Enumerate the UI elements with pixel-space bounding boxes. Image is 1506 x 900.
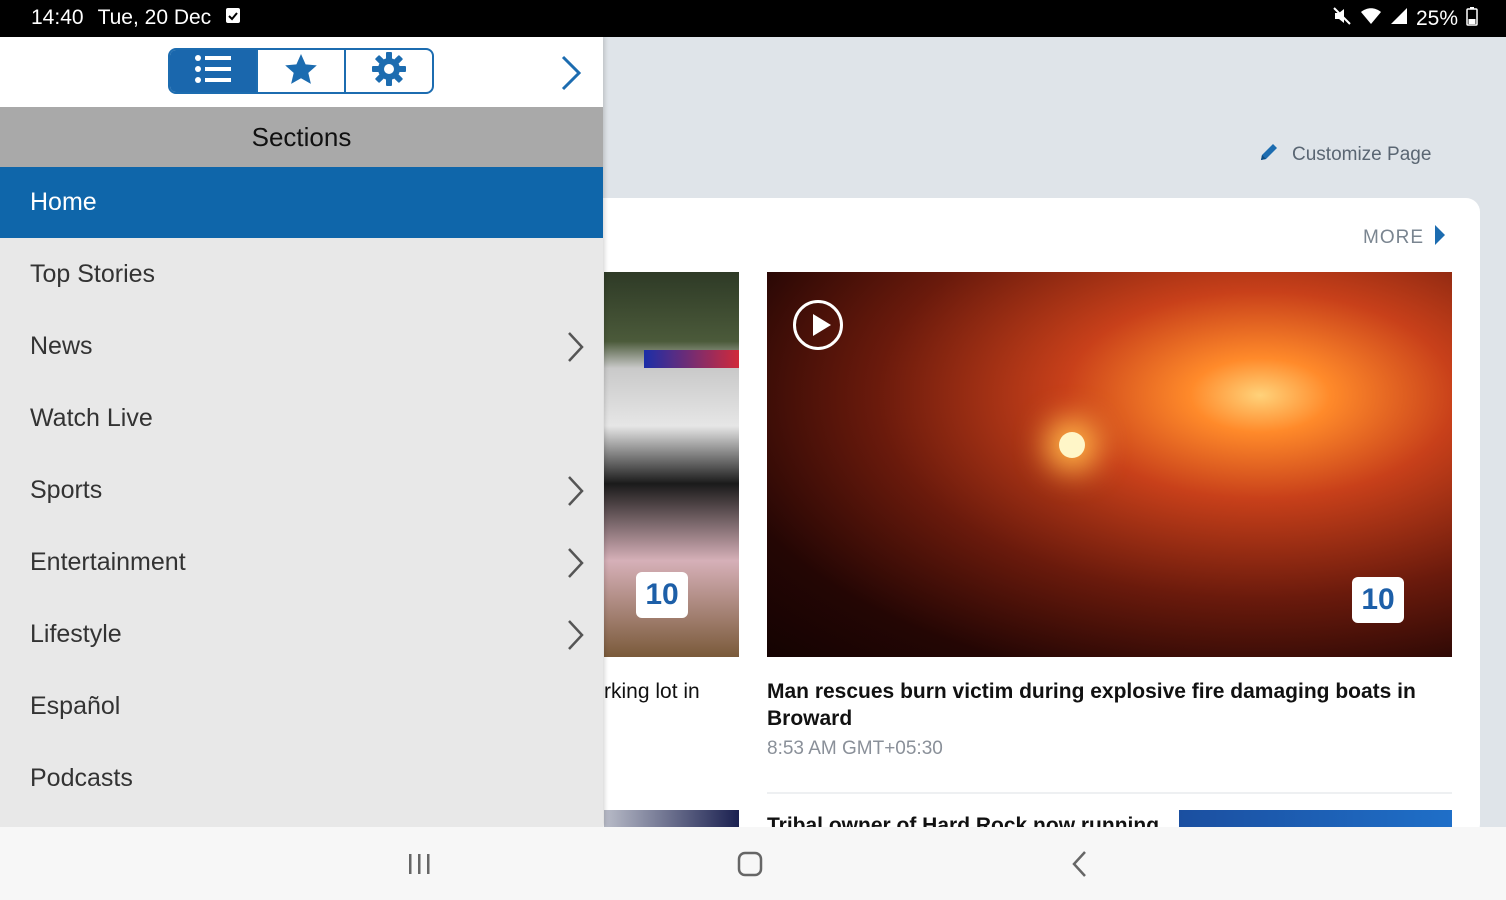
- menu-item-label: Home: [30, 188, 97, 216]
- calendar-icon: [225, 6, 241, 30]
- more-link[interactable]: MORE: [1363, 224, 1446, 252]
- more-label: MORE: [1363, 227, 1424, 248]
- chevron-right-icon[interactable]: [553, 53, 589, 98]
- menu-item-sports[interactable]: Sports: [0, 454, 603, 526]
- battery-level: 25%: [1415, 7, 1458, 30]
- menu-item-home[interactable]: Home: [0, 167, 603, 238]
- menu-item-label: Sports: [30, 475, 103, 504]
- navigation-drawer: Sections Home Top Stories News Watch Liv…: [0, 37, 603, 827]
- status-date: Tue, 20 Dec: [97, 6, 212, 29]
- featured-story-time: 8:53 AM GMT+05:30: [767, 738, 943, 759]
- mute-icon: [1332, 6, 1352, 32]
- divider: [767, 792, 1452, 794]
- menu-item-espanol[interactable]: Español: [0, 670, 603, 742]
- pencil-icon: [1258, 141, 1280, 169]
- tab-settings[interactable]: [344, 50, 432, 92]
- tab-favorites[interactable]: [256, 50, 344, 92]
- featured-video-thumbnail[interactable]: 10: [767, 272, 1452, 657]
- menu-item-label: Entertainment: [30, 547, 186, 576]
- back-icon[interactable]: [1065, 847, 1095, 886]
- menu-item-watch-live[interactable]: Watch Live: [0, 382, 603, 454]
- menu-item-label: News: [30, 331, 93, 360]
- chevron-right-icon[interactable]: [565, 546, 585, 587]
- recent-apps-icon[interactable]: [405, 847, 435, 886]
- customize-page-label: Customize Page: [1292, 144, 1432, 165]
- sections-header: Sections: [0, 107, 603, 167]
- menu-item-lifestyle[interactable]: Lifestyle: [0, 598, 603, 670]
- menu-item-label: Podcasts: [30, 763, 133, 792]
- station-logo: 10: [1352, 577, 1404, 623]
- status-time: 14:40: [31, 6, 84, 29]
- menu-item-label: Watch Live: [30, 403, 153, 432]
- chevron-right-icon[interactable]: [565, 330, 585, 371]
- story-thumbnail[interactable]: 10: [604, 272, 739, 657]
- menu-item-top-stories[interactable]: Top Stories: [0, 238, 603, 310]
- home-icon[interactable]: [735, 847, 765, 886]
- star-icon: [284, 53, 318, 90]
- caret-right-icon: [1434, 224, 1446, 252]
- customize-page-button[interactable]: Customize Page: [1258, 141, 1431, 169]
- drawer-toolbar: [0, 37, 603, 107]
- system-navigation-bar: [0, 827, 1506, 900]
- tab-sections[interactable]: [170, 50, 256, 92]
- signal-icon: [1390, 6, 1408, 32]
- menu-item-label: Español: [30, 691, 121, 720]
- story-title-fragment[interactable]: rking lot in: [604, 680, 700, 704]
- police-lightbar: [644, 350, 739, 368]
- wifi-icon: [1360, 6, 1382, 32]
- menu-item-news[interactable]: News: [0, 310, 603, 382]
- fire-glow: [1059, 432, 1085, 458]
- battery-icon: [1466, 6, 1478, 32]
- status-bar: 14:40 Tue, 20 Dec 25%: [0, 0, 1506, 37]
- menu-item-entertainment[interactable]: Entertainment: [0, 526, 603, 598]
- play-icon[interactable]: [793, 300, 843, 350]
- chevron-right-icon[interactable]: [565, 618, 585, 659]
- featured-story-title[interactable]: Man rescues burn victim during explosive…: [767, 678, 1427, 732]
- stories-card: MORE 10 10 rking lot in Man rescues burn…: [560, 198, 1480, 840]
- menu-item-label: Top Stories: [30, 259, 156, 288]
- gear-icon: [371, 51, 407, 92]
- menu-item-podcasts[interactable]: Podcasts: [0, 742, 603, 814]
- menu-item-label: Lifestyle: [30, 619, 122, 648]
- sections-menu: Home Top Stories News Watch Live Sports …: [0, 167, 603, 814]
- drawer-tab-switcher: [168, 48, 434, 94]
- list-icon: [193, 52, 233, 91]
- chevron-right-icon[interactable]: [565, 474, 585, 515]
- station-logo: 10: [636, 572, 688, 618]
